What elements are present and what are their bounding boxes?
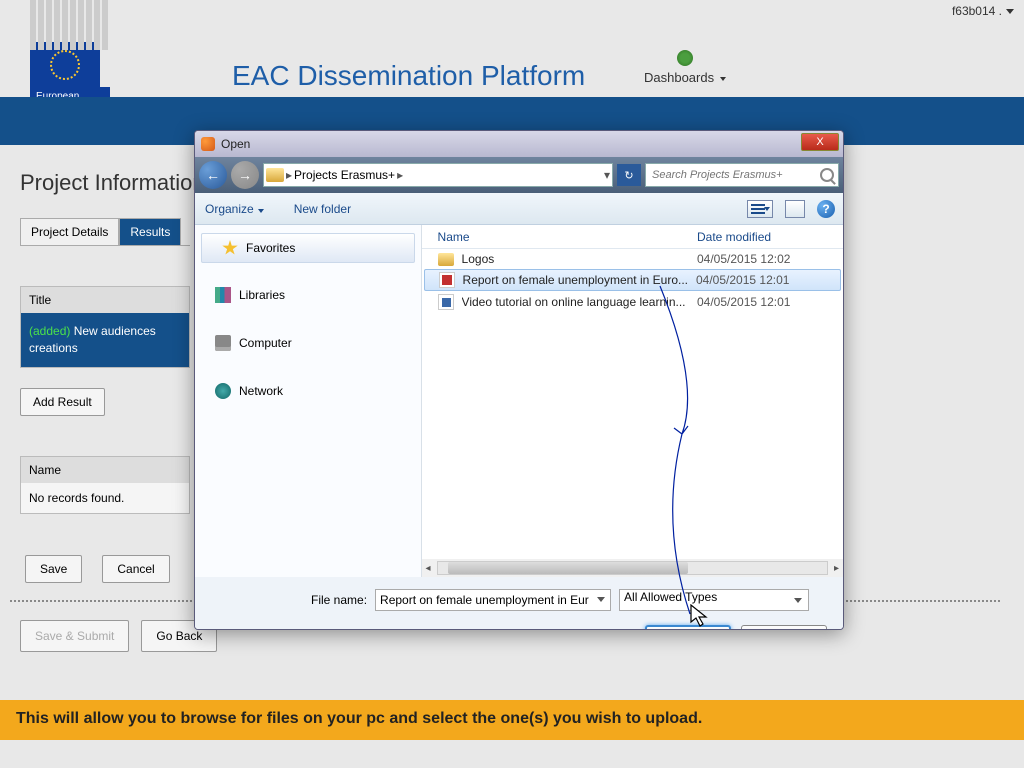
tree-network[interactable]: Network (195, 377, 421, 405)
dialog-title: Open (221, 137, 250, 151)
platform-title: EAC Dissemination Platform (232, 60, 585, 92)
folder-icon (266, 168, 284, 182)
star-icon (222, 240, 238, 256)
close-button[interactable]: X (801, 133, 839, 151)
globe-icon (677, 50, 693, 66)
firefox-icon (201, 137, 215, 151)
refresh-button[interactable]: ↻ (617, 164, 641, 186)
video-icon (438, 294, 454, 310)
computer-icon (215, 335, 231, 351)
added-badge: (added) (29, 324, 70, 338)
files-area: Name Date modified Logos 04/05/2015 12:0… (422, 225, 843, 577)
tree-libraries[interactable]: Libraries (195, 281, 421, 309)
filename-label: File name: (311, 593, 367, 607)
pdf-icon (439, 272, 455, 288)
tab-results[interactable]: Results (119, 218, 181, 245)
filename-input[interactable] (375, 589, 611, 611)
organize-menu[interactable]: Organize (205, 202, 264, 216)
name-header: Name (21, 457, 189, 483)
file-row-selected[interactable]: Report on female unemployment in Euro...… (424, 269, 841, 291)
open-button[interactable]: Open (645, 625, 731, 630)
tab-project-details[interactable]: Project Details (20, 218, 119, 245)
search-input[interactable] (646, 164, 838, 186)
navigation-tree: Favorites Libraries Computer Network (195, 225, 422, 577)
search-input-wrap (645, 163, 839, 187)
tree-computer[interactable]: Computer (195, 329, 421, 357)
save-submit-button[interactable]: Save & Submit (20, 620, 129, 652)
new-folder-button[interactable]: New folder (294, 202, 351, 216)
libraries-icon (215, 287, 231, 303)
network-icon (215, 383, 231, 399)
result-row-selected[interactable]: (added) New audiences creations (21, 313, 189, 367)
column-date[interactable]: Date modified (697, 230, 827, 244)
tree-favorites[interactable]: Favorites (201, 233, 415, 263)
dialog-titlebar[interactable]: Open X (195, 131, 843, 157)
dashboards-menu[interactable]: Dashboards (644, 50, 726, 85)
preview-pane-icon[interactable] (785, 200, 805, 218)
cancel-button[interactable]: Cancel (102, 555, 169, 583)
title-header: Title (21, 287, 189, 313)
back-button[interactable]: ← (199, 161, 227, 189)
add-result-button[interactable]: Add Result (20, 388, 105, 416)
help-icon[interactable]: ? (817, 200, 835, 218)
column-name[interactable]: Name (438, 230, 697, 244)
breadcrumb[interactable]: ▸ Projects Erasmus+ ▸ ▾ (263, 163, 613, 187)
page-heading: Project Information (20, 170, 205, 196)
view-options-icon[interactable] (747, 200, 773, 218)
no-records-text: No records found. (21, 483, 189, 513)
folder-icon (438, 253, 454, 266)
user-dropdown[interactable]: f63b014 . (952, 4, 1014, 18)
filetype-select[interactable]: All Allowed Types (619, 589, 809, 611)
open-file-dialog: Open X ← → ▸ Projects Erasmus+ ▸ ▾ ↻ Org… (194, 130, 844, 630)
file-row[interactable]: Logos 04/05/2015 12:02 (422, 249, 843, 269)
dialog-cancel-button[interactable]: Cancel (741, 625, 827, 630)
save-button[interactable]: Save (25, 555, 82, 583)
horizontal-scrollbar[interactable]: ◂▸ (422, 559, 843, 577)
file-row[interactable]: Video tutorial on online language learni… (422, 291, 843, 313)
hint-bar: This will allow you to browse for files … (0, 700, 1024, 740)
search-icon (820, 168, 834, 182)
forward-button[interactable]: → (231, 161, 259, 189)
